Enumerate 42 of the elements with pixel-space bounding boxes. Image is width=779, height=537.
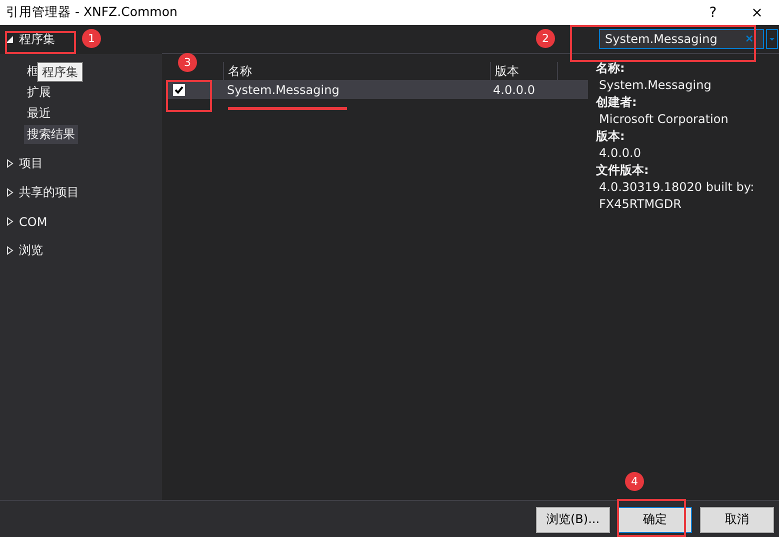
detail-label: 创建者:: [596, 94, 638, 111]
tree-item[interactable]: 共享的项目: [19, 184, 79, 201]
tree-item[interactable]: 搜索结果: [24, 125, 78, 144]
tree-item[interactable]: 项目: [19, 155, 43, 172]
detail-label: 版本:: [596, 128, 626, 145]
tree-item[interactable]: 扩展: [24, 83, 54, 102]
highlight-box: [166, 80, 212, 112]
detail-label: 文件版本:: [596, 162, 650, 179]
dialog-button[interactable]: 确定: [618, 506, 692, 532]
checkbox[interactable]: [173, 84, 185, 96]
detail-value: System.Messaging: [598, 77, 712, 94]
collapsed-icon[interactable]: [6, 188, 14, 197]
close-button[interactable]: ×: [735, 4, 779, 20]
column-header[interactable]: 名称: [223, 62, 490, 80]
dropdown-button[interactable]: [766, 29, 778, 49]
highlight-box: [5, 31, 76, 54]
help-button[interactable]: ?: [691, 4, 735, 20]
step-marker: 4: [625, 472, 644, 491]
highlight-box: [617, 499, 686, 537]
table-cell-text: System.Messaging: [226, 83, 340, 97]
collapsed-icon[interactable]: [6, 217, 14, 226]
tree-item[interactable]: 程序集: [19, 31, 55, 48]
step-marker: 2: [536, 29, 555, 48]
collapsed-icon[interactable]: [6, 246, 14, 255]
column-header[interactable]: 版本: [490, 62, 557, 80]
tree-item[interactable]: 浏览: [19, 242, 43, 259]
search-field[interactable]: System.Messaging ×: [599, 29, 764, 49]
tree-item[interactable]: 最近: [24, 104, 54, 123]
detail-value: Microsoft Corporation: [598, 111, 730, 128]
tooltip: 程序集: [37, 62, 83, 82]
table-row[interactable]: System.Messaging 4.0.0.0: [166, 81, 588, 99]
table-cell: 4.0.0.0: [493, 83, 535, 97]
detail-value: 4.0.0.0: [598, 145, 642, 162]
detail-label: 名称:: [596, 60, 626, 77]
dialog-button[interactable]: 取消: [700, 506, 774, 532]
expanded-icon[interactable]: [6, 35, 14, 44]
step-marker: 3: [178, 53, 197, 72]
dialog-button[interactable]: 浏览(B)...: [536, 506, 610, 532]
collapsed-icon[interactable]: [6, 159, 14, 168]
tree-item[interactable]: COM: [19, 214, 48, 228]
detail-value: 4.0.30319.18020 built by: FX45RTMGDR: [598, 179, 756, 213]
window-title: 引用管理器 - XNFZ.Common: [6, 4, 178, 21]
